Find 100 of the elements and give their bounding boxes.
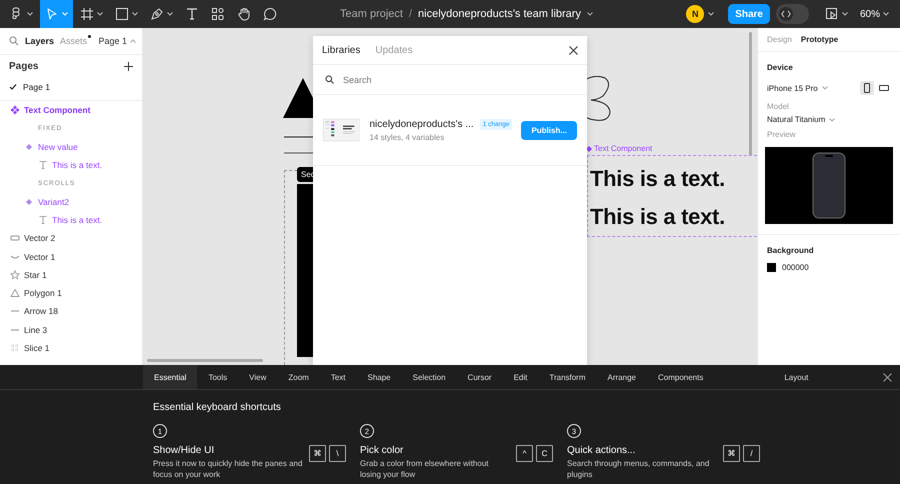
shortcut-tab[interactable]: Transform [538,365,597,389]
frame-icon [80,7,94,21]
library-name: nicelydoneproducts's ... [369,118,474,130]
search-icon [325,75,334,84]
portrait-toggle[interactable] [860,81,874,95]
panel-title: Essential keyboard shortcuts [153,402,282,413]
slice-icon [10,343,20,353]
component-label: Text Component [594,144,652,153]
shortcut-tab[interactable]: Cursor [456,365,503,389]
shortcut-description: Grab a color from elsewhere without losing your flow [360,458,490,480]
layer-item[interactable]: Slice 1 [0,338,142,358]
model-dropdown[interactable]: Natural Titanium [767,115,836,124]
close-icon [569,46,578,54]
shortcut-title: Show/Hide UI [153,445,216,456]
color-swatch[interactable] [767,263,776,272]
caret-icon [586,12,593,16]
layer-item[interactable]: This is a text. [0,210,142,230]
caret-icon [883,12,889,16]
play-icon [826,8,839,20]
panel-tab[interactable]: Layers [25,36,54,46]
diamond-icon [24,142,34,152]
text-layer-icon [38,160,48,170]
key-cap: ^ [516,445,533,462]
close-icon [883,372,892,382]
search-field[interactable]: Search [343,74,575,84]
field-label: Preview [767,129,796,141]
hand-icon [237,7,251,21]
shortcut-tab[interactable]: Essential [143,365,198,389]
file-name[interactable]: nicelydoneproducts's team library [418,8,581,20]
add-page-button[interactable] [124,62,133,70]
layer-item[interactable]: Vector 2 [0,229,142,248]
panel-tab[interactable]: Prototype [800,35,838,44]
key-cap: / [743,445,760,462]
shortcut-tab[interactable]: Arrange [596,365,647,389]
caret-icon [130,39,136,43]
layer-item[interactable]: Arrow 18 [0,302,142,321]
comment-icon [263,7,277,21]
color-value[interactable]: 000000 [782,263,809,272]
shortcut-tab[interactable]: View [238,365,278,389]
square-icon [115,7,129,21]
search-icon [9,36,19,46]
project-name[interactable]: Team project [340,8,403,20]
key-cap: ⌘ [723,445,740,462]
shortcut-tab[interactable]: Tools [197,365,238,389]
component-icon [586,146,592,152]
user-avatar: N [686,5,704,23]
avatar-menu[interactable]: N [686,5,718,23]
layer-item[interactable]: Text Component [0,101,142,120]
key-cap: ⌘ [309,445,326,462]
field-label: Model [767,101,790,113]
layer-item[interactable]: This is a text. [0,156,142,174]
layer-item[interactable]: Polygon 1 [0,284,142,302]
dev-mode-toggle[interactable] [776,4,809,24]
layer-item[interactable]: Vector 1 [0,247,142,266]
section-title: Pages [9,60,38,72]
close-button[interactable] [569,46,578,54]
shortcut-tab[interactable]: Zoom [277,365,320,389]
section-title: Background [767,245,815,257]
resources-icon [211,7,225,21]
shortcut-description: Press it now to quickly hide the panes and focus on your work [153,458,303,480]
shortcut-tab[interactable]: Shape [356,365,402,389]
pen-icon [150,7,164,21]
zoom-menu[interactable]: 60% [856,8,892,20]
layout-tab[interactable]: Layout [773,365,820,389]
triangle-icon [10,288,20,298]
layer-item[interactable]: New value [0,138,142,156]
key-cap: C [536,445,553,462]
layer-item[interactable]: Star 1 [0,266,142,284]
vertical-scrollbar[interactable] [749,32,752,156]
shortcut-title: Quick actions... [567,445,636,456]
shortcut-tab[interactable]: Text [320,365,356,389]
page-selector[interactable]: Page 1 [98,36,136,46]
device-dropdown[interactable]: iPhone 15 Pro [767,84,828,92]
plus-icon [124,62,133,70]
library-details: 14 styles, 4 variables [369,132,446,142]
diamond-icon [24,196,34,207]
text-tool-icon [185,7,199,21]
dialog-tab[interactable]: Libraries [322,44,360,56]
horizontal-scrollbar[interactable] [147,359,263,362]
caret-icon [822,86,828,90]
shortcut-tab[interactable]: Selection [402,365,457,389]
page-item[interactable]: Page 1 [0,77,142,96]
key-cap: \ [329,445,346,462]
caret-icon [708,12,714,16]
portrait-icon [862,83,872,93]
star-icon [10,270,20,280]
close-button[interactable] [883,372,892,382]
canvas-text: This is a text. [590,203,726,231]
code-icon [780,10,791,18]
vector-icon [10,233,20,244]
landscape-icon [879,83,889,93]
shortcut-description: Search through menus, commands, and plugins [567,458,710,480]
shortcut-tab[interactable]: Components [646,365,714,389]
shortcut-tab[interactable]: Edit [502,365,538,389]
layer-item[interactable]: Line 3 [0,320,142,339]
section-title: Device [767,62,794,74]
layer-item[interactable]: Variant2 [0,192,142,211]
canvas-text: This is a text. [590,165,726,193]
component-icon [10,105,20,116]
cursor-icon [45,7,59,21]
